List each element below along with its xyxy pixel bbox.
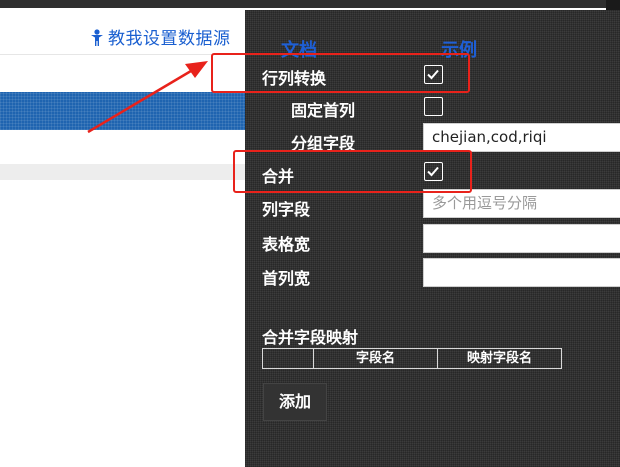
annotation-arrow-icon bbox=[87, 61, 208, 134]
